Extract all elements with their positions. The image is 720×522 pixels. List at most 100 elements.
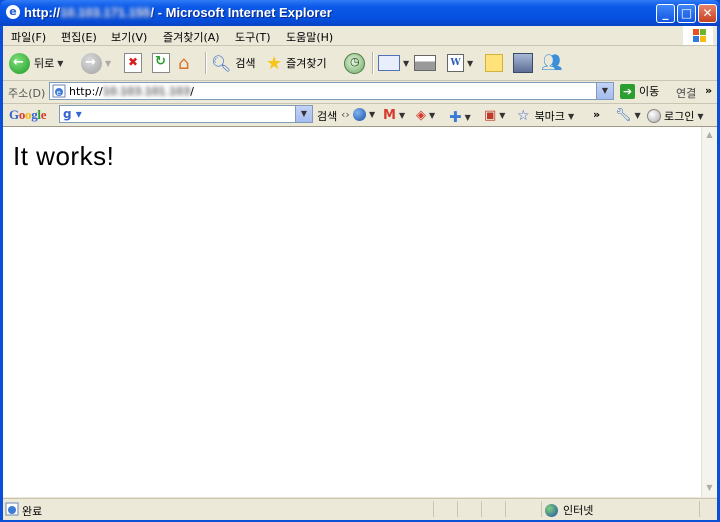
spellcheck-icon: ▣ — [484, 108, 497, 123]
menu-view[interactable]: 보기(V) — [111, 29, 147, 45]
messenger-icon: 👥︎ — [541, 53, 563, 73]
resize-handle-icon[interactable]: ‹› — [341, 108, 350, 121]
google-logo[interactable]: Google — [9, 107, 47, 123]
toolbar-separator — [372, 52, 374, 74]
mail-button[interactable]: ▼ — [378, 51, 409, 75]
gmail-icon: M — [383, 108, 396, 123]
svg-text:e: e — [57, 89, 61, 97]
scroll-up-icon[interactable]: ▲ — [702, 127, 717, 143]
back-dropdown-icon[interactable]: ▼ — [57, 59, 63, 68]
address-url: http://10.103.101.103/ — [69, 85, 194, 98]
status-bar: 완료 인터넷 — [3, 498, 717, 520]
links-chevron-icon[interactable]: » — [705, 84, 712, 97]
windows-logo-icon — [683, 26, 713, 45]
gmail-button[interactable]: M ▼ — [383, 108, 405, 123]
google-g-dropdown-icon[interactable]: g ▾ — [63, 107, 82, 121]
search-label: 검색 — [235, 57, 256, 70]
page-content: It works! — [3, 127, 701, 497]
close-button[interactable]: ✕ — [698, 4, 717, 23]
bookmark-star-icon: ☆ — [517, 108, 530, 124]
status-divider — [457, 501, 458, 517]
google-search-dropdown-icon[interactable]: ▼ — [295, 106, 312, 122]
messenger-button[interactable]: 👥︎ — [541, 51, 563, 75]
ie-icon: e — [6, 5, 20, 19]
menu-favorites[interactable]: 즐겨찾기(A) — [163, 29, 220, 45]
print-icon — [414, 55, 436, 71]
back-button[interactable]: ← 뒤로 ▼ — [9, 51, 63, 75]
security-zone[interactable]: 인터넷 — [545, 502, 593, 518]
status-divider — [541, 501, 542, 517]
window-title: http://10.103.171.155/ - Microsoft Inter… — [24, 5, 332, 20]
page-heading: It works! — [13, 141, 115, 171]
favorites-button[interactable]: ★ 즐겨찾기 — [266, 51, 327, 75]
globe-button[interactable]: ▼ — [353, 108, 375, 121]
search-icon: 🔍︎ — [211, 53, 232, 73]
toolbar-separator — [205, 52, 207, 74]
maximize-button[interactable]: □ — [677, 4, 696, 23]
popup-blocker-button[interactable]: ◈ ▼ — [416, 108, 435, 123]
globe-icon — [353, 108, 366, 121]
google-search-input[interactable]: g ▾ ▼ — [59, 105, 313, 123]
bookmarks-label: 북마크 — [534, 110, 565, 123]
standard-toolbar: ← 뒤로 ▼ → ▼ ✖ ↻ ⌂ 🔍︎ 검색 ★ 즐겨찾기 ◷ ▼ W ▼ 👥︎ — [3, 46, 717, 81]
stop-icon: ✖ — [124, 53, 142, 73]
plus-icon: ✚ — [449, 108, 462, 126]
forward-arrow-icon: → — [81, 52, 102, 74]
edit-dropdown-icon[interactable]: ▼ — [467, 59, 473, 68]
settings-button[interactable]: 🔧︎ ▼ — [615, 108, 641, 123]
go-label: 이동 — [639, 85, 660, 98]
refresh-button[interactable]: ↻ — [152, 51, 170, 75]
menu-tools[interactable]: 도구(T) — [235, 29, 271, 45]
login-button[interactable]: 로그인 ▼ — [647, 108, 704, 124]
minimize-button[interactable]: _ — [656, 4, 675, 23]
bookmarks-button[interactable]: ☆ 북마크 ▼ — [517, 108, 574, 124]
print-button[interactable] — [414, 51, 436, 75]
status-divider — [433, 501, 434, 517]
google-toolbar: Google g ▾ ▼ 검색 ‹› ▼ M ▼ ◈ ▼ ✚ ▼ ▣ ▼ ☆ 북마크 ▼ »… — [3, 104, 717, 127]
back-arrow-icon: ← — [9, 52, 30, 74]
scroll-down-icon[interactable]: ▼ — [702, 480, 717, 496]
forward-button[interactable]: → ▼ — [81, 51, 111, 75]
login-icon — [647, 109, 661, 123]
address-input[interactable]: e http://10.103.101.103/ ▼ — [49, 82, 614, 100]
note-icon — [485, 54, 503, 72]
stop-button[interactable]: ✖ — [124, 51, 142, 75]
popup-icon: ◈ — [416, 108, 426, 123]
discuss-button[interactable] — [485, 51, 503, 75]
menu-help[interactable]: 도움말(H) — [286, 29, 333, 45]
google-chevron-icon[interactable]: » — [593, 108, 600, 121]
edit-button[interactable]: W ▼ — [447, 51, 473, 75]
login-label: 로그인 — [664, 110, 695, 123]
history-icon: ◷ — [344, 52, 365, 74]
browser-window: e http://10.103.171.155/ - Microsoft Int… — [0, 0, 720, 522]
menu-edit[interactable]: 편집(E) — [61, 29, 97, 45]
title-bar[interactable]: e http://10.103.171.155/ - Microsoft Int… — [0, 0, 720, 26]
research-button[interactable] — [513, 51, 533, 75]
zone-label: 인터넷 — [563, 504, 594, 517]
client-area: 파일(F) 편집(E) 보기(V) 즐겨찾기(A) 도구(T) 도움말(H) ←… — [3, 26, 717, 520]
go-arrow-icon: ➔ — [620, 83, 635, 99]
forward-dropdown-icon[interactable]: ▼ — [105, 59, 111, 68]
google-search-button[interactable]: 검색 — [317, 108, 337, 124]
menu-file[interactable]: 파일(F) — [11, 29, 46, 45]
word-edit-icon: W — [447, 54, 464, 72]
favorites-label: 즐겨찾기 — [286, 57, 327, 70]
mail-dropdown-icon[interactable]: ▼ — [403, 59, 409, 68]
internet-globe-icon — [545, 503, 558, 517]
spellcheck-button[interactable]: ▣ ▼ — [484, 108, 505, 123]
add-button[interactable]: ✚ ▼ — [449, 108, 471, 126]
links-label[interactable]: 연결 — [676, 85, 696, 101]
menu-bar: 파일(F) 편집(E) 보기(V) 즐겨찾기(A) 도구(T) 도움말(H) — [3, 26, 717, 46]
favorites-star-icon: ★ — [266, 52, 283, 74]
status-divider — [505, 501, 506, 517]
search-button[interactable]: 🔍︎ 검색 — [211, 51, 256, 75]
home-button[interactable]: ⌂ — [178, 51, 189, 75]
status-text: 완료 — [22, 505, 43, 518]
page-done-icon — [5, 502, 19, 516]
back-label: 뒤로 — [34, 57, 55, 70]
research-icon — [513, 53, 533, 73]
go-button[interactable]: ➔ 이동 — [620, 83, 659, 99]
address-dropdown-icon[interactable]: ▼ — [596, 83, 613, 99]
vertical-scrollbar[interactable]: ▲ ▼ — [701, 127, 717, 497]
history-button[interactable]: ◷ — [344, 51, 365, 75]
